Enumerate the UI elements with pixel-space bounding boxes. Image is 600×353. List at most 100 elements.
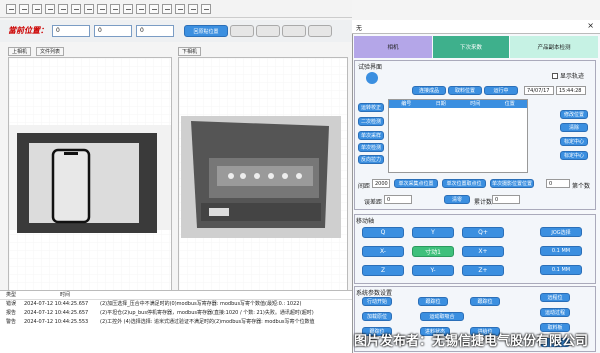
axis-yminus-button[interactable]: Y- [412,265,454,276]
tab-product-check[interactable]: 产品副本检测 [510,36,598,58]
align-left-icon[interactable] [6,3,16,14]
distribute-h-icon[interactable] [84,3,94,14]
pos-x-field[interactable]: 0 [52,25,90,37]
count-field[interactable]: 0 [546,179,570,188]
jog-select-button[interactable]: JOG选择 [540,227,582,237]
axis-qplus-button[interactable]: Q+ [462,227,504,238]
pitch-field[interactable]: 2000 [372,179,390,188]
front-icon[interactable] [175,3,185,14]
take-position-button[interactable]: 取料位置 [448,86,482,95]
total-label: 累计数 [474,199,493,206]
single-photo-button[interactable]: 单次摄影位置位置 [490,179,534,188]
align-right-icon[interactable] [32,3,42,14]
tab-file-list[interactable]: 文件列表 [36,47,65,56]
axis-z-button[interactable]: Z [362,265,404,276]
user-icon[interactable] [366,72,378,84]
log-message: (2)平坦仓(2)up_bus停机寄存器，modbus寄存器(直接:1020 /… [100,310,314,316]
log-row: 警告 2024-07-12 10:44:25.553 (2)工控外 (4)选择选… [0,318,352,327]
calib-center-button-2[interactable]: 标定中心 [560,151,588,160]
same-width-icon[interactable] [110,3,120,14]
log-time: 2024-07-12 10:44:25.657 [24,301,89,307]
same-height-icon[interactable] [123,3,133,14]
table-header: 编号 日期 时间 位置 [389,100,527,108]
error-field[interactable]: 0 [384,195,412,204]
pos-btn-4[interactable] [308,25,332,37]
log-type: 报告 [6,310,17,316]
single-sample-button[interactable]: 单次采样 [358,131,384,140]
count-label: 第个数 [572,183,591,190]
motion-pick-button[interactable]: 运动取吸合 [420,312,464,321]
pos-z-field[interactable]: 0 [136,25,174,37]
align-top-icon[interactable] [45,3,55,14]
clear-button[interactable]: 清除 [560,123,588,132]
checkbox-icon[interactable] [552,72,558,79]
distribute-v-icon[interactable] [97,3,107,14]
grid-icon[interactable] [201,3,211,14]
time-field[interactable]: 15:44:28 [556,86,586,95]
load-origin-button[interactable]: 加载原位 [362,312,392,321]
log-header-type: 类型 [6,292,17,298]
single-check-button[interactable]: 单次检测 [358,143,384,152]
tab-bottom-camera[interactable]: 下相机 [178,47,202,56]
second-check-button[interactable]: 二次检测 [358,117,384,126]
show-path-checkbox[interactable]: 显示轨迹 [552,71,584,80]
show-path-label: 显示轨迹 [560,73,585,80]
return-origin-button[interactable]: 回原點位置 [184,25,228,37]
connect-product-button[interactable]: 连接成品 [412,86,446,95]
top-camera-view [8,57,172,292]
back-icon[interactable] [188,3,198,14]
align-middle-icon[interactable] [58,3,68,14]
bottom-camera-image [179,58,347,291]
tab-next-count[interactable]: 下次来数 [433,36,509,58]
ungroup-icon[interactable] [162,3,172,14]
date-field[interactable]: 74/07/17 [524,86,554,95]
error-label: 误差距 [364,199,383,206]
axis-zplus-button[interactable]: Z+ [462,265,504,276]
reset-button[interactable]: 清零 [444,195,470,204]
log-time: 2024-07-12 10:44:25.657 [24,310,89,316]
total-field[interactable]: 0 [492,195,520,204]
axis-xminus-button[interactable]: X- [362,246,404,257]
align-bottom-icon[interactable] [71,3,81,14]
jog-step-button[interactable]: 寸动1 [412,246,454,257]
track-button[interactable]: 跟踪位 [418,297,448,306]
col-time: 时间 [470,101,481,107]
top-camera-image [9,58,171,291]
log-panel: 类型 时间 错误 2024-07-12 10:44:25.657 (2)加压选择… [0,290,352,353]
pos-btn-1[interactable] [230,25,254,37]
pos-btn-3[interactable] [282,25,306,37]
system-title: 系统参数设置 [356,290,393,297]
log-message: (2)加压选择_压合中不满足时的(0)modbus写寄存器: modbus写寄个… [100,301,302,307]
log-type: 警告 [6,319,17,325]
remote-button[interactable]: 远程位 [540,293,570,302]
tab-camera[interactable]: 相机 [354,36,432,58]
log-type: 错误 [6,301,17,307]
single-capture-button[interactable]: 单次采集点位置 [394,179,438,188]
col-id: 编号 [401,101,412,107]
log-header: 类型 时间 [0,291,352,300]
start-button[interactable]: 行动开始 [362,297,392,306]
pos-btn-2[interactable] [256,25,280,37]
calib-center-button[interactable]: 标定中心 [560,137,588,146]
step-size-button-2[interactable]: 0.1 MM [540,265,582,275]
pos-y-field[interactable]: 0 [94,25,132,37]
col-date: 日期 [435,101,446,107]
tab-top-camera[interactable]: 上相机 [8,47,32,56]
group-icon[interactable] [149,3,159,14]
reverse-pull-button[interactable]: 反向拉力 [358,155,384,164]
log-row: 错误 2024-07-12 10:44:25.657 (2)加压选择_压合中不满… [0,300,352,309]
same-size-icon[interactable] [136,3,146,14]
align-center-icon[interactable] [19,3,29,14]
running-button[interactable]: 运行中 [484,86,518,95]
track-button-2[interactable]: 跟踪位 [470,297,500,306]
calibrate-button[interactable]: 运转校正 [358,103,384,112]
axis-xplus-button[interactable]: X+ [462,246,504,257]
axis-y-button[interactable]: Y [412,227,454,238]
modify-position-button[interactable]: 修改位置 [560,110,588,119]
calibration-title: 试验界面 [358,64,383,71]
step-size-button[interactable]: 0.1 MM [540,246,582,256]
close-icon[interactable]: × [587,21,594,30]
motion-process-button[interactable]: 运动过程 [540,308,570,317]
axis-q-button[interactable]: Q [362,227,404,238]
single-take-button[interactable]: 单次位置取点位 [442,179,486,188]
